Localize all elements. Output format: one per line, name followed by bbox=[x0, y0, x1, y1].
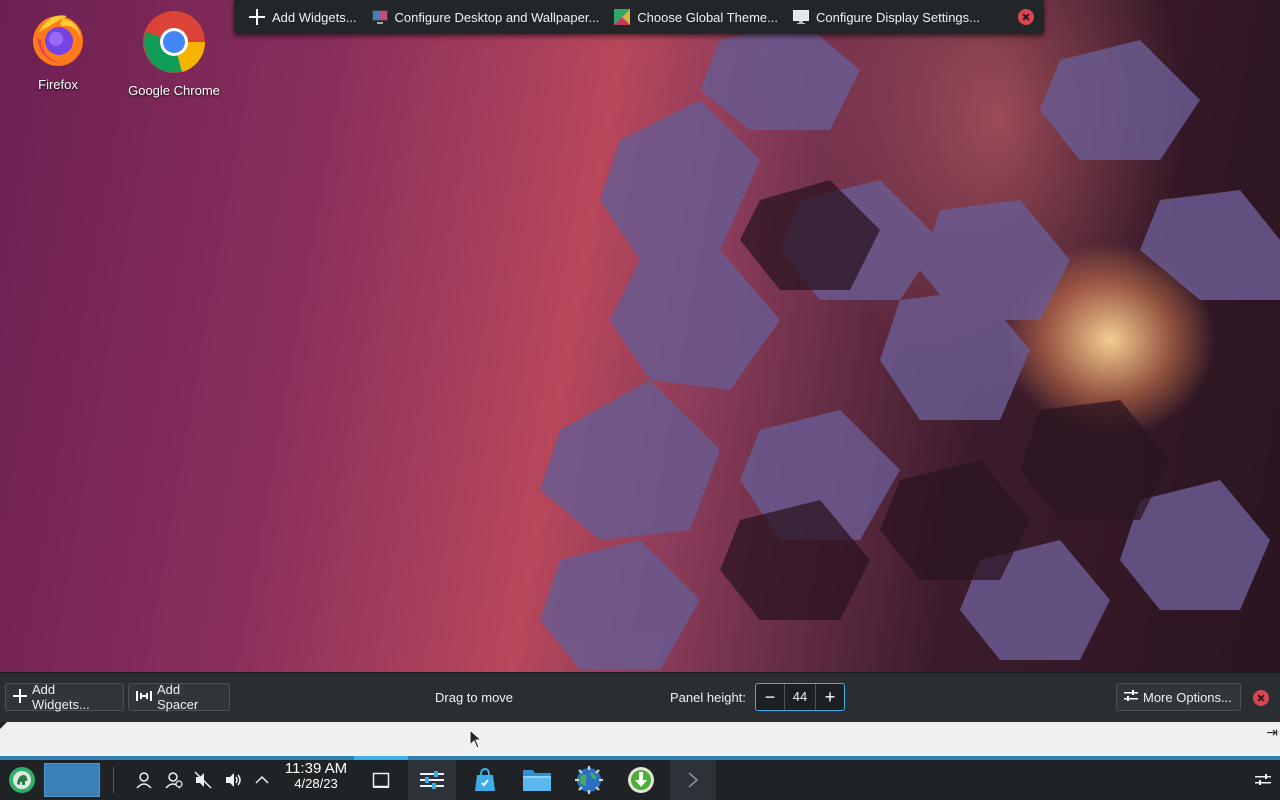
panel-config-bar: Add Widgets... Add Spacer Drag to move P… bbox=[0, 672, 1280, 723]
digital-clock[interactable]: 11:39 AM 4/28/23 bbox=[280, 761, 352, 791]
add-spacer-button[interactable]: Add Spacer bbox=[128, 682, 230, 712]
sliders-icon bbox=[1124, 689, 1138, 705]
decrease-height-button[interactable]: − bbox=[756, 684, 784, 710]
volume-icon[interactable] bbox=[224, 760, 244, 800]
panel-height-spinbox[interactable]: − 44 + bbox=[755, 683, 845, 711]
desktop-edit-toolbar: Add Widgets... Configure Desktop and Wal… bbox=[234, 0, 1044, 34]
panel-ruler[interactable]: ⇥ bbox=[0, 722, 1280, 756]
more-options-button[interactable]: More Options... bbox=[1116, 683, 1241, 711]
desktop-icon-chrome[interactable]: Google Chrome bbox=[119, 10, 229, 98]
close-panel-config-icon[interactable] bbox=[1253, 690, 1269, 706]
chrome-icon bbox=[142, 10, 206, 77]
file-manager-icon[interactable] bbox=[514, 760, 560, 800]
drag-to-move-label[interactable]: Drag to move bbox=[435, 690, 513, 705]
discover-store-icon[interactable] bbox=[462, 760, 508, 800]
desktop-icon-label: Google Chrome bbox=[128, 83, 220, 98]
mouse-cursor-icon bbox=[469, 728, 483, 752]
display-settings-label: Configure Display Settings... bbox=[815, 9, 980, 25]
firefox-icon bbox=[29, 10, 87, 71]
theme-palette-icon bbox=[613, 8, 631, 26]
settings-icon[interactable] bbox=[408, 760, 456, 800]
add-widgets-label: Add Widgets... bbox=[272, 9, 357, 25]
configure-desktop-label: Configure Desktop and Wallpaper... bbox=[394, 9, 600, 25]
desktop-wallpaper bbox=[0, 0, 1280, 680]
display-settings-button[interactable]: Configure Display Settings... bbox=[786, 3, 986, 31]
more-options-label: More Options... bbox=[1143, 689, 1232, 705]
show-desktop-icon[interactable] bbox=[370, 760, 392, 800]
desktop-wallpaper-icon bbox=[371, 8, 389, 26]
plus-icon bbox=[13, 688, 27, 706]
app-launcher-icon[interactable] bbox=[4, 760, 40, 800]
spacer-icon bbox=[136, 690, 152, 705]
add-spacer-label: Add Spacer bbox=[157, 682, 199, 712]
desktop-icon-firefox[interactable]: Firefox bbox=[3, 10, 113, 92]
close-edit-mode-icon[interactable] bbox=[1018, 9, 1034, 25]
panel-separator bbox=[112, 760, 114, 800]
panel-add-widgets-button[interactable]: Add Widgets... bbox=[5, 682, 124, 712]
plus-icon bbox=[248, 8, 266, 26]
panel-config-icon[interactable] bbox=[1252, 760, 1274, 800]
overflow-chevron-icon[interactable] bbox=[670, 760, 716, 800]
download-icon[interactable] bbox=[618, 760, 664, 800]
clock-time: 11:39 AM bbox=[284, 760, 348, 777]
configure-desktop-button[interactable]: Configure Desktop and Wallpaper... bbox=[365, 3, 606, 31]
panel-height-label: Panel height: bbox=[670, 690, 746, 705]
panel-add-widgets-label: Add Widgets... bbox=[32, 682, 90, 712]
pager-icon[interactable] bbox=[44, 760, 100, 800]
ruler-end-handle-icon[interactable]: ⇥ bbox=[1266, 724, 1278, 741]
wallpaper-hexagons bbox=[540, 20, 1280, 670]
clock-date: 4/28/23 bbox=[294, 776, 338, 791]
panel-height-value[interactable]: 44 bbox=[784, 684, 816, 710]
global-theme-label: Choose Global Theme... bbox=[637, 9, 778, 25]
ruler-start-handle-icon[interactable] bbox=[0, 722, 7, 729]
desktop-icon-label: Firefox bbox=[38, 77, 78, 92]
increase-height-button[interactable]: + bbox=[816, 684, 844, 710]
bottom-panel: 11:39 AM 4/28/23 bbox=[0, 756, 1280, 800]
browser-icon[interactable] bbox=[566, 760, 612, 800]
add-widgets-button[interactable]: Add Widgets... bbox=[242, 3, 363, 31]
user-switch-icon[interactable] bbox=[164, 760, 184, 800]
user-icon[interactable] bbox=[134, 760, 154, 800]
tray-expand-icon[interactable] bbox=[253, 760, 271, 800]
muted-speaker-icon[interactable] bbox=[193, 760, 213, 800]
monitor-icon bbox=[792, 8, 810, 26]
global-theme-button[interactable]: Choose Global Theme... bbox=[607, 3, 784, 31]
